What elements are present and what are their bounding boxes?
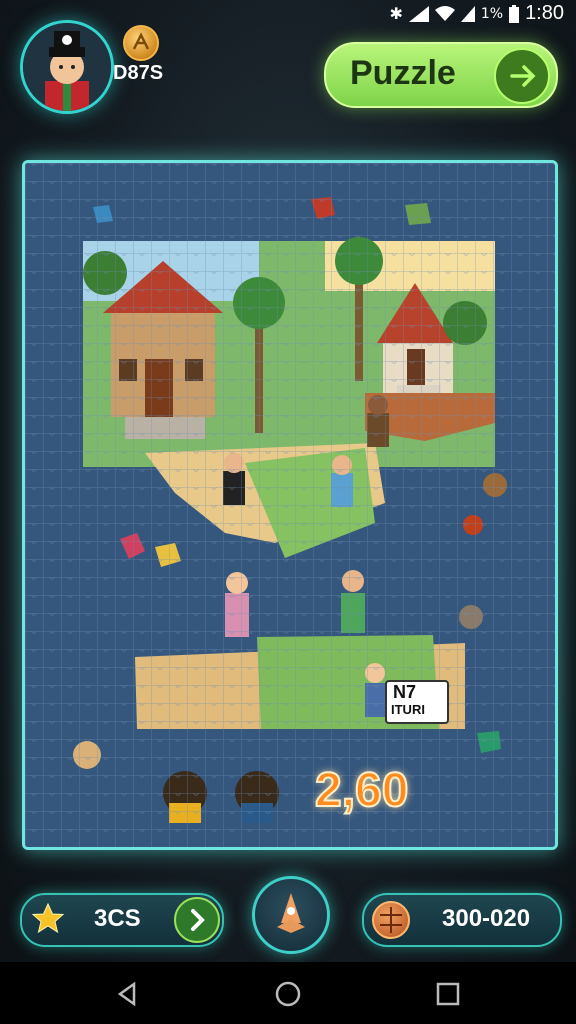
star-icon	[31, 902, 65, 934]
puzzle-button-label: Puzzle	[350, 54, 456, 92]
signal-icon-2	[460, 5, 475, 22]
recents-icon[interactable]	[434, 980, 462, 1008]
character-sign: N7 ITURI	[385, 680, 449, 724]
battery-icon	[509, 4, 520, 23]
player-avatar[interactable]	[20, 20, 114, 114]
ball-icon	[372, 901, 410, 939]
system-nav-bar	[0, 962, 576, 1024]
status-icons: ✱ 1% 1:80	[389, 2, 564, 25]
wifi-icon	[434, 5, 455, 21]
sign-text-line2: ITURI	[391, 702, 425, 717]
coin-icon	[123, 25, 159, 61]
coin-balance: D87S	[113, 62, 164, 84]
arrow-right-icon	[494, 48, 550, 104]
coins-pill[interactable]: 300-020	[362, 893, 562, 947]
puzzle-board[interactable]: N7 ITURI 2,60	[22, 160, 558, 850]
signal-icon	[408, 5, 429, 22]
status-bar: ✱ 1% 1:80	[0, 0, 576, 26]
stars-pill[interactable]: 3CS	[20, 893, 224, 947]
back-icon[interactable]	[114, 980, 142, 1008]
rocket-button[interactable]	[252, 876, 330, 954]
avatar-image	[23, 23, 111, 111]
battery-percent: 1%	[480, 5, 504, 22]
sign-text-line1: N7	[393, 682, 417, 702]
stars-value: 3CS	[94, 905, 141, 932]
piece-counter: 2,60	[314, 763, 409, 818]
bluetooth-icon: ✱	[389, 4, 403, 23]
home-icon[interactable]	[274, 980, 302, 1008]
clock: 1:80	[525, 2, 564, 24]
chevron-right-icon[interactable]	[174, 897, 220, 943]
puzzle-artwork	[25, 163, 555, 847]
puzzle-button[interactable]: Puzzle	[324, 42, 558, 108]
rocket-icon	[277, 893, 305, 933]
coins-value: 300-020	[442, 905, 531, 932]
